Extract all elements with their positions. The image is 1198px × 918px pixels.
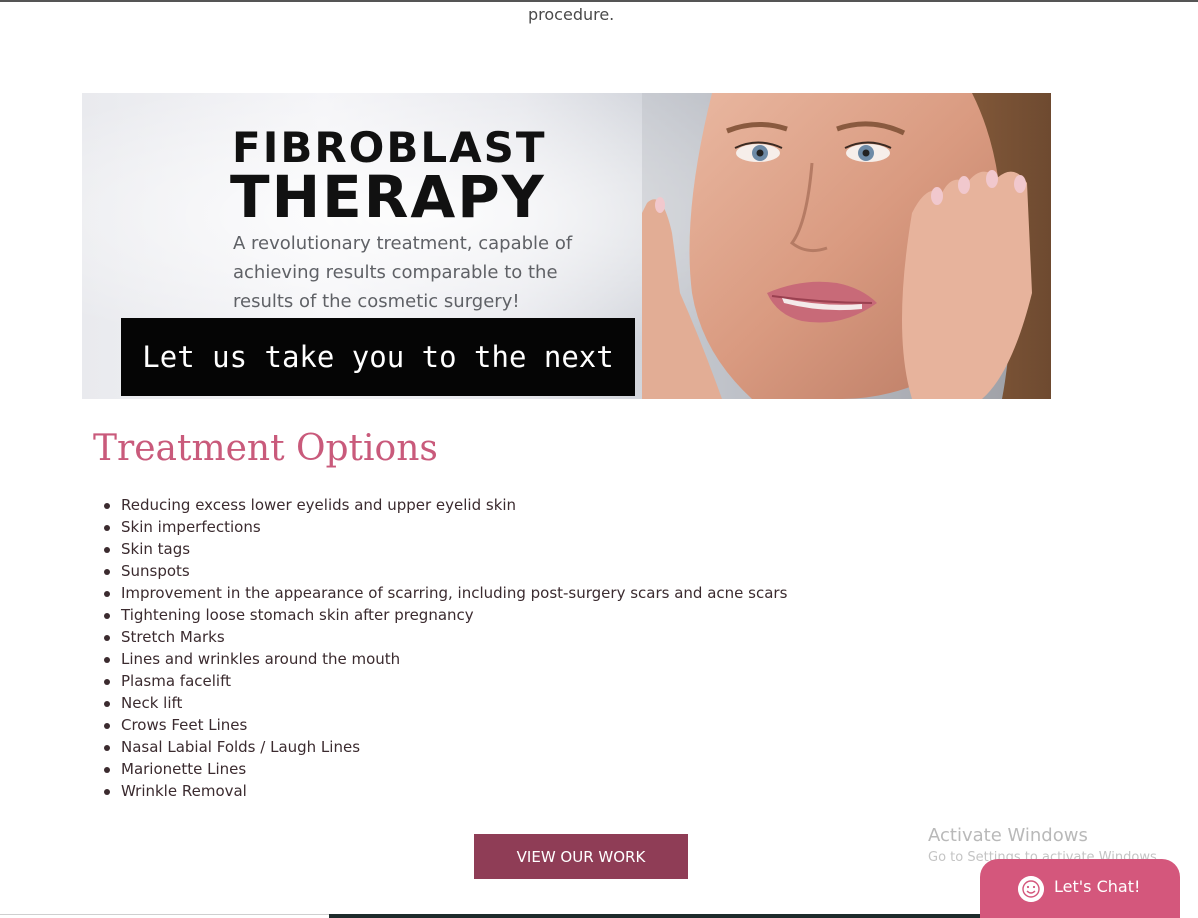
banner-cta: Let us take you to the next level [121, 318, 635, 396]
list-item: Nasal Labial Folds / Laugh Lines [103, 736, 787, 758]
woman-face-image [642, 93, 1051, 399]
bottom-divider [0, 914, 329, 915]
list-item: Plasma facelift [103, 670, 787, 692]
list-item: Marionette Lines [103, 758, 787, 780]
list-item: Wrinkle Removal [103, 780, 787, 802]
lets-chat-button[interactable]: Let's Chat! [980, 859, 1180, 918]
list-item: Crows Feet Lines [103, 714, 787, 736]
footer-strip [329, 914, 980, 918]
top-border [0, 0, 1198, 2]
treatment-options-heading: Treatment Options [93, 428, 438, 469]
list-item: Skin tags [103, 538, 787, 560]
activate-windows-title: Activate Windows [928, 825, 1088, 846]
list-item: Tightening loose stomach skin after preg… [103, 604, 787, 626]
list-item: Neck lift [103, 692, 787, 714]
smiley-icon [1018, 876, 1044, 902]
list-item: Lines and wrinkles around the mouth [103, 648, 787, 670]
banner-description: A revolutionary treatment, capable of ac… [233, 233, 573, 312]
intro-text: procedure. [528, 5, 615, 24]
treatment-options-list: Reducing excess lower eyelids and upper … [103, 494, 788, 802]
banner-title-line2: THERAPY [230, 163, 546, 231]
list-item: Improvement in the appearance of scarrin… [103, 584, 788, 602]
list-item: Stretch Marks [103, 626, 787, 648]
list-item: Sunspots [103, 560, 787, 582]
list-item: Skin imperfections [103, 516, 787, 538]
list-item: Reducing excess lower eyelids and upper … [103, 494, 787, 516]
chat-label: Let's Chat! [1054, 877, 1141, 896]
fibroblast-banner: FIBROBLAST THERAPY A revolutionary treat… [82, 93, 1051, 399]
view-our-work-button[interactable]: VIEW OUR WORK [474, 834, 688, 879]
